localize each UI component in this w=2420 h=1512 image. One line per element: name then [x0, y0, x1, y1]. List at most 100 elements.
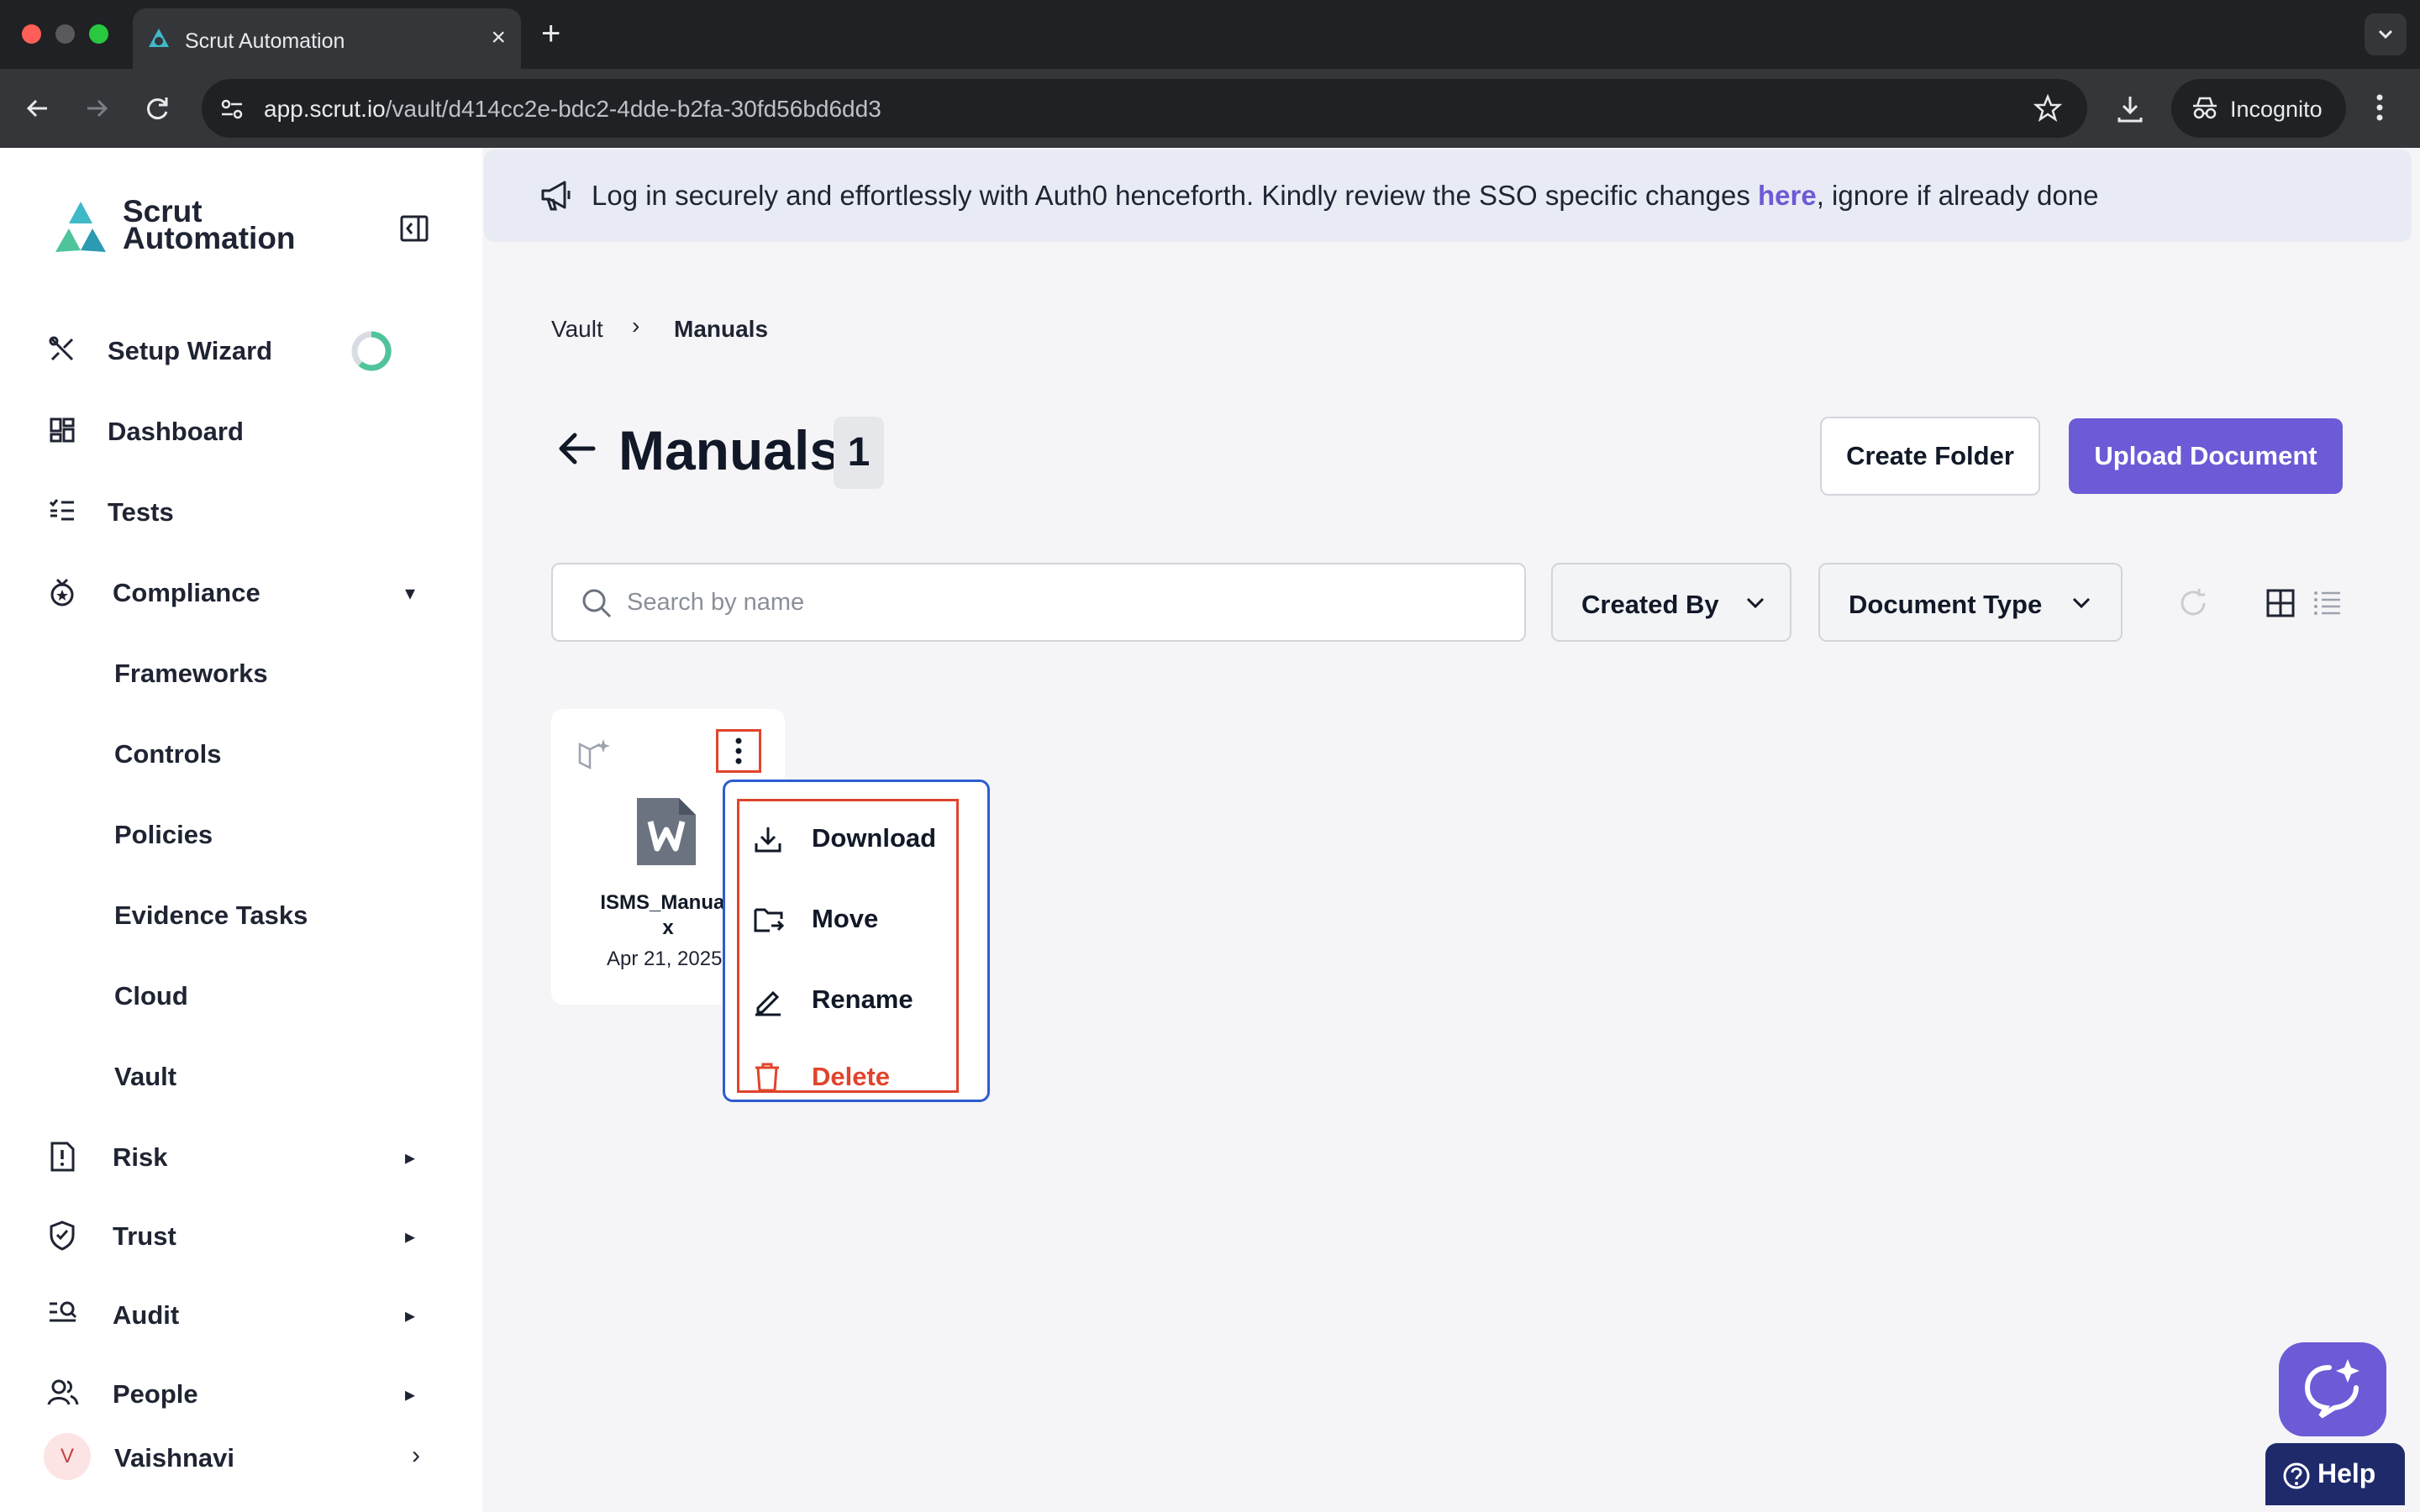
browser-tab[interactable]: Scrut Automation × — [133, 8, 521, 69]
sidebar-item-vault[interactable]: Vault — [0, 1042, 482, 1109]
pencil-icon — [753, 986, 783, 1016]
bookmark-star-icon[interactable] — [2033, 94, 2062, 123]
risk-icon — [47, 1141, 77, 1173]
chevron-right-icon: ▸ — [405, 1226, 416, 1248]
sso-changes-link[interactable]: here — [1758, 180, 1817, 211]
sidebar-item-frameworks[interactable]: Frameworks — [0, 638, 482, 706]
refresh-icon[interactable] — [2176, 586, 2210, 620]
sidebar-item-dashboard[interactable]: Dashboard — [0, 396, 482, 464]
filter-label: Created By — [1581, 590, 1719, 619]
sidebar-item-compliance[interactable]: Compliance ▾ — [0, 558, 482, 625]
user-name[interactable]: Vaishnavi — [114, 1443, 234, 1473]
sidebar-item-label: Controls — [114, 739, 222, 769]
tab-title: Scrut Automation — [185, 29, 345, 53]
ai-chat-button[interactable] — [2279, 1342, 2386, 1436]
sidebar-item-audit[interactable]: Audit ▸ — [0, 1280, 482, 1347]
grid-view-icon[interactable] — [2265, 588, 2296, 618]
item-count-badge: 1 — [834, 417, 884, 489]
sidebar-item-label: Evidence Tasks — [114, 900, 308, 930]
menu-item-label: Download — [812, 823, 937, 853]
sidebar-item-risk[interactable]: Risk ▸ — [0, 1122, 482, 1189]
sidebar-item-label: Policies — [114, 820, 213, 849]
menu-item-label: Move — [812, 904, 879, 933]
shield-check-icon — [47, 1220, 77, 1252]
incognito-icon — [2190, 94, 2220, 123]
sidebar-item-label: Compliance — [113, 578, 260, 607]
upload-document-button[interactable]: Upload Document — [2069, 418, 2343, 494]
reload-icon[interactable] — [138, 89, 176, 128]
sidebar-item-cloud[interactable]: Cloud — [0, 961, 482, 1028]
menu-item-rename[interactable]: Rename — [739, 963, 956, 1038]
megaphone-icon — [539, 179, 575, 213]
sidebar-item-label: Tests — [108, 497, 174, 527]
created-by-filter[interactable]: Created By — [1551, 563, 1791, 642]
chevron-right-icon: ▸ — [405, 1147, 416, 1169]
sidebar-item-label: Trust — [113, 1221, 176, 1251]
ai-sparkle-icon[interactable] — [576, 738, 612, 771]
move-folder-icon — [753, 906, 785, 934]
sidebar-item-setup-wizard[interactable]: Setup Wizard — [0, 316, 482, 383]
sidebar-item-label: People — [113, 1379, 198, 1409]
incognito-label: Incognito — [2230, 97, 2323, 122]
menu-item-label: Delete — [812, 1062, 891, 1091]
avatar[interactable]: V — [44, 1433, 91, 1480]
menu-item-download[interactable]: Download — [739, 801, 956, 877]
create-folder-button[interactable]: Create Folder — [1820, 417, 2040, 496]
new-tab-button[interactable]: + — [541, 17, 560, 50]
menu-item-move[interactable]: Move — [739, 882, 956, 958]
logo-text: Scrut Automation — [123, 194, 296, 255]
chevron-down-icon — [2070, 595, 2092, 612]
sidebar: Scrut Automation Setup Wizard Dashboard … — [0, 148, 482, 1512]
document-context-menu: Download Move Rename Delete — [723, 780, 990, 1102]
help-button[interactable]: Help — [2265, 1443, 2405, 1505]
trash-icon — [753, 1062, 781, 1092]
search-input[interactable] — [627, 583, 1501, 622]
sidebar-item-label: Frameworks — [114, 659, 268, 688]
minimize-window-button[interactable] — [55, 24, 75, 44]
sidebar-item-label: Audit — [113, 1300, 180, 1330]
banner-text: Log in securely and effortlessly with Au… — [592, 180, 2099, 211]
sidebar-item-people[interactable]: People ▸ — [0, 1359, 482, 1426]
search-box — [551, 563, 1526, 642]
more-options-button[interactable] — [716, 729, 761, 773]
browser-toolbar: app.scrut.io/vault/d414cc2e-bdc2-4dde-b2… — [0, 69, 2420, 148]
close-tab-icon[interactable]: × — [491, 25, 506, 50]
maximize-window-button[interactable] — [89, 24, 108, 44]
setup-progress-ring — [350, 329, 393, 373]
sidebar-item-controls[interactable]: Controls — [0, 719, 482, 786]
site-settings-icon[interactable] — [218, 96, 245, 123]
sidebar-item-tests[interactable]: Tests — [0, 477, 482, 544]
scrut-logo-icon — [50, 200, 111, 259]
document-type-filter[interactable]: Document Type — [1818, 563, 2123, 642]
sso-announcement-banner: Log in securely and effortlessly with Au… — [484, 150, 2412, 242]
menu-item-label: Rename — [812, 984, 913, 1014]
chevron-right-icon: ▸ — [405, 1305, 416, 1327]
browser-menu-icon[interactable] — [2371, 91, 2388, 124]
sidebar-item-evidence-tasks[interactable]: Evidence Tasks — [0, 880, 482, 948]
people-icon — [47, 1378, 79, 1408]
back-arrow-icon[interactable] — [555, 428, 598, 469]
chevron-down-icon — [1744, 595, 1766, 612]
sidebar-item-label: Cloud — [114, 981, 188, 1011]
chevron-down-icon: ▾ — [405, 582, 416, 605]
chevron-right-icon[interactable]: › — [412, 1441, 420, 1470]
sidebar-item-label: Dashboard — [108, 417, 244, 446]
sidebar-item-policies[interactable]: Policies — [0, 800, 482, 867]
close-window-button[interactable] — [22, 24, 41, 44]
back-nav-icon[interactable] — [18, 89, 57, 128]
list-view-icon[interactable] — [2312, 588, 2343, 618]
browser-tab-bar: Scrut Automation × + — [0, 0, 2420, 69]
tab-search-button[interactable] — [2365, 13, 2407, 55]
forward-nav-icon[interactable] — [77, 89, 116, 128]
collapse-sidebar-icon[interactable] — [398, 213, 430, 244]
search-icon — [580, 586, 613, 620]
sidebar-item-label: Setup Wizard — [108, 336, 273, 365]
word-document-icon — [635, 796, 697, 867]
downloads-icon[interactable] — [2114, 92, 2146, 124]
incognito-indicator[interactable]: Incognito — [2171, 79, 2346, 138]
address-bar[interactable]: app.scrut.io/vault/d414cc2e-bdc2-4dde-b2… — [202, 79, 2087, 138]
sidebar-item-trust[interactable]: Trust ▸ — [0, 1201, 482, 1268]
breadcrumb-vault[interactable]: Vault — [551, 316, 603, 343]
menu-item-delete[interactable]: Delete — [739, 1043, 956, 1092]
question-circle-icon — [2282, 1462, 2311, 1490]
